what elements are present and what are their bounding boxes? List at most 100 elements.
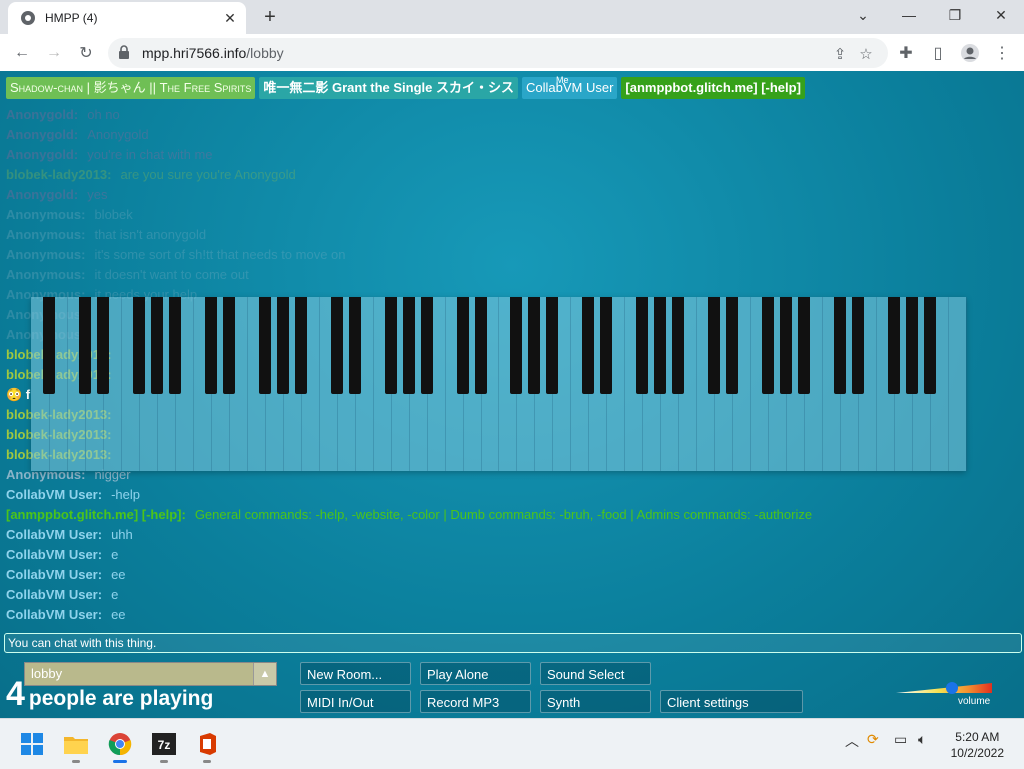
user-badge-label: CollabVM User <box>526 80 614 95</box>
start-windows-icon[interactable] <box>15 727 49 761</box>
black-key[interactable] <box>798 297 811 394</box>
black-key[interactable] <box>852 297 865 394</box>
chat-author[interactable]: CollabVM User: <box>6 567 102 582</box>
black-key[interactable] <box>456 297 469 394</box>
volume-ramp <box>896 682 992 694</box>
black-key[interactable] <box>510 297 523 394</box>
black-key[interactable] <box>132 297 145 394</box>
black-key[interactable] <box>420 297 433 394</box>
synth-button[interactable]: Synth <box>540 690 651 713</box>
black-key[interactable] <box>708 297 721 394</box>
black-key[interactable] <box>762 297 775 394</box>
7zip-icon[interactable]: 7z <box>147 727 181 763</box>
black-key[interactable] <box>258 297 271 394</box>
black-key[interactable] <box>546 297 559 394</box>
black-key[interactable] <box>96 297 109 394</box>
sync-icon[interactable]: ⟳ <box>867 731 879 748</box>
chat-message: CollabVM User: e <box>6 585 1006 605</box>
chat-author[interactable]: CollabVM User: <box>6 487 102 502</box>
user-badge[interactable]: [anmppbot.glitch.me] [-help] <box>621 77 805 99</box>
chat-author[interactable]: Anonygold: <box>6 187 78 202</box>
tab-search-icon[interactable]: ⌄ <box>840 0 886 30</box>
chat-author[interactable]: CollabVM User: <box>6 547 102 562</box>
share-icon[interactable]: ⇪ <box>830 44 850 64</box>
black-key[interactable] <box>348 297 361 394</box>
black-key[interactable] <box>168 297 181 394</box>
black-key[interactable] <box>222 297 235 394</box>
black-key[interactable] <box>672 297 685 394</box>
black-key[interactable] <box>582 297 595 394</box>
black-key[interactable] <box>636 297 649 394</box>
black-key[interactable] <box>528 297 541 394</box>
address-bar[interactable]: mpp.hri7566.info/lobby ⇪ ☆ <box>108 38 888 68</box>
black-key[interactable] <box>474 297 487 394</box>
black-key[interactable] <box>726 297 739 394</box>
sound-select-button[interactable]: Sound Select <box>540 662 651 685</box>
black-key[interactable] <box>834 297 847 394</box>
play-alone-button[interactable]: Play Alone <box>420 662 531 685</box>
room-dropdown-arrow-icon[interactable]: ▲ <box>253 663 276 685</box>
restore-button[interactable]: ❐ <box>932 0 978 30</box>
volume-slider[interactable]: volume <box>896 679 992 707</box>
close-window-button[interactable]: ✕ <box>978 0 1024 30</box>
back-button[interactable]: ← <box>9 40 35 66</box>
black-key[interactable] <box>330 297 343 394</box>
menu-kebab-icon[interactable]: ⋮ <box>989 40 1015 66</box>
minimize-button[interactable]: — <box>886 0 932 30</box>
black-key[interactable] <box>402 297 415 394</box>
black-key[interactable] <box>384 297 397 394</box>
reload-button[interactable]: ↻ <box>73 40 99 66</box>
browser-tab[interactable]: HMPP (4) ✕ <box>8 2 246 34</box>
chat-author[interactable]: Anonygold: <box>6 147 78 162</box>
new-room-button[interactable]: New Room... <box>300 662 411 685</box>
user-badge-self[interactable]: Me CollabVM User <box>522 75 618 99</box>
chat-author[interactable]: blobek-lady2013: <box>6 167 112 182</box>
chevron-up-icon[interactable]: ︿ <box>845 731 859 751</box>
black-key[interactable] <box>600 297 613 394</box>
user-badge[interactable]: 唯一無二影 Grant the Single スカイ・シス <box>259 77 518 99</box>
chat-author[interactable]: Anonymous: <box>6 247 85 262</box>
chrome-icon[interactable] <box>103 727 137 763</box>
black-key[interactable] <box>924 297 937 394</box>
chat-author[interactable]: CollabVM User: <box>6 527 102 542</box>
chat-input[interactable]: You can chat with this thing. <box>4 633 1022 653</box>
close-tab-icon[interactable]: ✕ <box>220 8 240 28</box>
chat-author[interactable]: Anonymous: <box>6 207 85 222</box>
bookmark-star-icon[interactable]: ☆ <box>856 44 876 64</box>
speaker-icon[interactable]: 🔈︎ <box>918 731 926 748</box>
chat-author[interactable]: [anmppbot.glitch.me] [-help]: <box>6 507 186 522</box>
black-key[interactable] <box>276 297 289 394</box>
file-explorer-icon[interactable] <box>59 727 93 763</box>
black-key[interactable] <box>906 297 919 394</box>
chat-author[interactable]: Anonygold: <box>6 127 78 142</box>
client-settings-button[interactable]: Client settings <box>660 690 803 713</box>
white-key[interactable] <box>948 297 967 471</box>
chat-author[interactable]: Anonymous: <box>6 267 85 282</box>
chat-author[interactable]: CollabVM User: <box>6 587 102 602</box>
chat-author[interactable]: 😳 f <box>6 387 30 402</box>
record-mp3-button[interactable]: Record MP3 <box>420 690 531 713</box>
chat-author[interactable]: Anonygold: <box>6 107 78 122</box>
user-badge[interactable]: Shadow-chan | 影ちゃん || The Free Spirits <box>6 77 256 99</box>
network-icon[interactable]: ▭ <box>894 731 907 748</box>
forward-button[interactable]: → <box>41 40 67 66</box>
black-key[interactable] <box>294 297 307 394</box>
system-clock[interactable]: 5:20 AM 10/2/2022 <box>951 729 1004 761</box>
new-tab-button[interactable]: + <box>258 6 282 28</box>
volume-knob[interactable] <box>946 682 958 694</box>
black-key[interactable] <box>780 297 793 394</box>
black-key[interactable] <box>654 297 667 394</box>
side-panel-icon[interactable]: ▯ <box>925 40 951 66</box>
extensions-icon[interactable]: ✚ <box>893 40 919 66</box>
chat-author[interactable]: CollabVM User: <box>6 607 102 622</box>
chat-author[interactable]: Anonymous: <box>6 227 85 242</box>
black-key[interactable] <box>42 297 55 394</box>
office-icon[interactable] <box>190 727 224 763</box>
black-key[interactable] <box>204 297 217 394</box>
piano-keyboard[interactable] <box>31 297 967 471</box>
black-key[interactable] <box>888 297 901 394</box>
profile-avatar-icon[interactable] <box>957 40 983 66</box>
black-key[interactable] <box>78 297 91 394</box>
midi-button[interactable]: MIDI In/Out <box>300 690 411 713</box>
black-key[interactable] <box>150 297 163 394</box>
